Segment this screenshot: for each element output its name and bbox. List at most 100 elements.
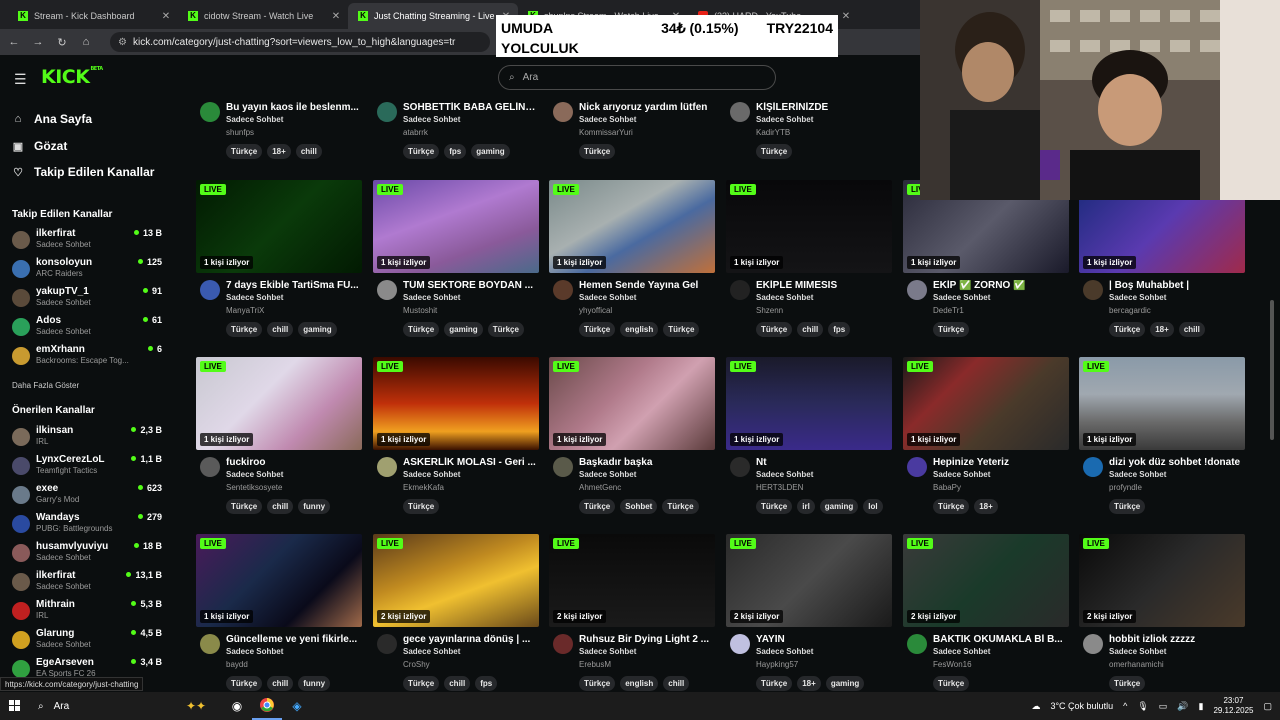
streamer-avatar[interactable] — [907, 280, 927, 300]
sidebar-channel[interactable]: yakupTV_1 Sadece Sohbet 91 — [12, 286, 162, 312]
streamer-avatar[interactable] — [200, 634, 220, 654]
streamer-name[interactable]: FesWon16 — [933, 660, 972, 669]
stream-card[interactable]: LIVE 1 kişi izliyor Güncelleme ve yeni fik… — [196, 534, 362, 704]
tag-chip[interactable]: 18+ — [1150, 322, 1174, 337]
stream-thumbnail[interactable]: LIVE 2 kişi izliyor — [726, 534, 892, 627]
tag-chip[interactable]: Türkçe — [663, 322, 700, 337]
stream-title[interactable]: Hemen Sende Yayına Gel — [579, 280, 713, 291]
close-icon[interactable]: ✕ — [160, 11, 172, 22]
tag-chip[interactable]: fps — [444, 144, 467, 159]
tag-chip[interactable]: Türkçe — [226, 144, 263, 159]
stream-title[interactable]: Ruhsuz Bir Dying Light 2 ... — [579, 634, 713, 645]
stream-category[interactable]: Sadece Sohbet — [403, 115, 460, 124]
tag-chip[interactable]: chill — [267, 322, 294, 337]
tag-chip[interactable]: Türkçe — [756, 322, 793, 337]
streamer-name[interactable]: HERT3LDEN — [756, 483, 803, 492]
weather-text[interactable]: 3°C Çok bulutlu — [1050, 701, 1113, 711]
stream-card[interactable]: LIVE 2 kişi izliyor hobbit izliok zzzzz Sad… — [1079, 534, 1245, 704]
stream-card[interactable]: LIVE 2 kişi izliyor Ruhsuz Bir Dying Light… — [549, 534, 715, 704]
stream-thumbnail[interactable]: LIVE 1 kişi izliyor — [549, 357, 715, 450]
sidebar-channel[interactable]: emXrhann Backrooms: Escape Tog... 6 — [12, 344, 162, 370]
stream-category[interactable]: Sadece Sohbet — [756, 293, 813, 302]
sidebar-channel[interactable]: ilkerfirat Sadece Sohbet 13,1 B — [12, 570, 162, 596]
stream-title[interactable]: gece yayınlarına dönüş | ... — [403, 634, 537, 645]
network-icon[interactable]: ▭ — [1159, 701, 1168, 712]
sidebar-channel[interactable]: Wandays PUBG: Battlegrounds 279 — [12, 512, 162, 538]
streamer-name[interactable]: Mustoshit — [403, 306, 437, 315]
streamer-name[interactable]: ErebusM — [579, 660, 611, 669]
tag-chip[interactable]: Türkçe — [226, 322, 263, 337]
streamer-avatar[interactable] — [377, 457, 397, 477]
sidebar-channel[interactable]: husamvlyuviyu Sadece Sohbet 18 B — [12, 541, 162, 567]
stream-title[interactable]: hobbit izliok zzzzz — [1109, 634, 1243, 645]
stream-category[interactable]: Sadece Sohbet — [226, 470, 283, 479]
streamer-avatar[interactable] — [200, 102, 220, 122]
tag-chip[interactable]: english — [620, 322, 659, 337]
tag-chip[interactable]: gaming — [471, 144, 510, 159]
stream-title[interactable]: Güncelleme ve yeni fikirle... — [226, 634, 360, 645]
hamburger-menu-icon[interactable]: ☰ — [14, 71, 27, 88]
stream-category[interactable]: Sadece Sohbet — [226, 293, 283, 302]
tag-chip[interactable]: Sohbet — [620, 499, 658, 514]
sidebar-channel[interactable]: ilkinsan IRL 2,3 B — [12, 425, 162, 451]
stream-card[interactable]: LIVE 2 kişi izliyor BAKTIK OKUMAKLA Bİ B..… — [903, 534, 1069, 704]
stream-card[interactable]: LIVE 1 kişi izliyor dizi yok düz sohbet !d… — [1079, 357, 1245, 527]
mic-icon[interactable]: 🎙 — [1137, 701, 1148, 712]
sidebar-channel[interactable]: Glarung Sadece Sohbet 4,5 B — [12, 628, 162, 654]
stream-title[interactable]: KİŞİLERİNİZDE — [756, 102, 890, 113]
streamer-avatar[interactable] — [907, 457, 927, 477]
kick-logo[interactable]: KICKBETA — [41, 66, 103, 88]
sidebar-channel[interactable]: Ados Sadece Sohbet 61 — [12, 315, 162, 341]
tag-chip[interactable]: 18+ — [974, 499, 998, 514]
tag-chip[interactable]: irl — [797, 499, 815, 514]
stream-title[interactable]: 7 days Ekible TartiSma FU... — [226, 280, 360, 291]
stream-category[interactable]: Sadece Sohbet — [403, 647, 460, 656]
tag-chip[interactable]: gaming — [825, 676, 865, 691]
stream-category[interactable]: Sadece Sohbet — [579, 293, 636, 302]
streamer-avatar[interactable] — [553, 280, 573, 300]
tag-chip[interactable]: fps — [475, 676, 498, 691]
nav-browse[interactable]: ▣ Gözat — [12, 139, 68, 153]
stream-thumbnail[interactable]: LIVE 2 kişi izliyor — [549, 534, 715, 627]
tray-chevron-icon[interactable]: ^ — [1123, 701, 1127, 711]
reload-icon[interactable]: ↻ — [56, 36, 68, 49]
windows-start-icon[interactable] — [0, 692, 30, 720]
stream-title[interactable]: Başkadır başka — [579, 457, 713, 468]
tag-chip[interactable]: chill — [1178, 322, 1205, 337]
stream-card[interactable]: LIVE 1 kişi izliyor fuckiroo Sadece Sohbet S… — [196, 357, 362, 527]
stream-title[interactable]: YAYIN — [756, 634, 890, 645]
tag-chip[interactable]: Türkçe — [662, 499, 699, 514]
tag-chip[interactable]: Türkçe — [579, 499, 616, 514]
tag-chip[interactable]: gaming — [444, 322, 483, 337]
notification-icon[interactable]: ▢ — [1263, 701, 1272, 712]
streamer-avatar[interactable] — [907, 634, 927, 654]
stream-thumbnail[interactable]: LIVE 1 kişi izliyor — [726, 180, 892, 273]
streamer-avatar[interactable] — [553, 102, 573, 122]
tag-chip[interactable]: Türkçe — [226, 499, 263, 514]
tag-chip[interactable]: Türkçe — [403, 144, 440, 159]
show-more-link[interactable]: Daha Fazla Göster — [12, 381, 79, 390]
chrome-icon[interactable] — [252, 692, 282, 720]
stream-title[interactable]: | Boş Muhabbet | — [1109, 280, 1243, 291]
sidebar-channel[interactable]: konsoloyun ARC Raiders 125 — [12, 257, 162, 283]
streamer-avatar[interactable] — [200, 280, 220, 300]
stream-category[interactable]: Sadece Sohbet — [933, 293, 990, 302]
stream-title[interactable]: fuckiroo — [226, 457, 360, 468]
stream-category[interactable]: Sadece Sohbet — [579, 470, 636, 479]
stream-thumbnail[interactable]: LIVE 1 kişi izliyor — [373, 180, 539, 273]
sidebar-channel[interactable]: exee Garry's Mod 623 — [12, 483, 162, 509]
stream-category[interactable]: Sadece Sohbet — [933, 647, 990, 656]
stream-title[interactable]: EKİP ✅ ZORNO ✅ — [933, 280, 1067, 291]
sidebar-channel[interactable]: ilkerfirat Sadece Sohbet 13 B — [12, 228, 162, 254]
tag-chip[interactable]: Türkçe — [1109, 499, 1146, 514]
stream-title[interactable]: BAKTIK OKUMAKLA Bİ B... — [933, 634, 1067, 645]
battery-icon[interactable]: ▮ — [1198, 701, 1203, 712]
streamer-name[interactable]: AhmetGenc — [579, 483, 621, 492]
stream-card[interactable]: LIVE 1 kişi izliyor ASKERLİK MOLASI - Geri… — [373, 357, 539, 527]
tag-chip[interactable]: chill — [295, 144, 322, 159]
tag-chip[interactable]: chill — [267, 676, 294, 691]
stream-title[interactable]: TÜM SEKTÖRE BOYDAN ... — [403, 280, 537, 291]
tag-chip[interactable]: Türkçe — [579, 144, 616, 159]
stream-category[interactable]: Sadece Sohbet — [403, 293, 460, 302]
stream-title[interactable]: Nick arıyoruz yardım lütfen — [579, 102, 713, 113]
